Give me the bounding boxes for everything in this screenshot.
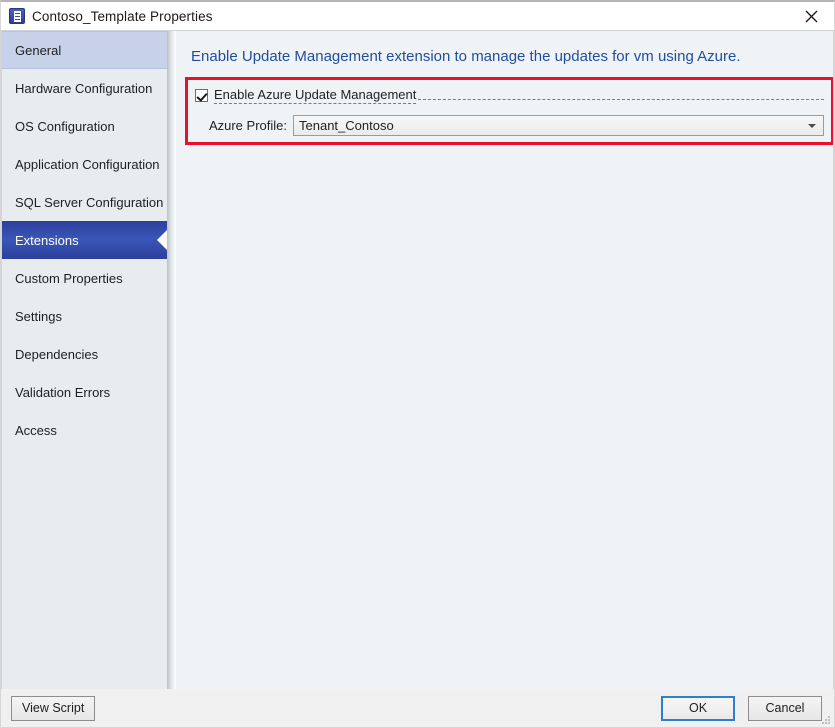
- content-header-text: Enable Update Management extension to ma…: [191, 48, 741, 65]
- extension-form: Enable Azure Update Management Azure Pro…: [185, 77, 833, 136]
- cancel-button[interactable]: Cancel: [748, 695, 822, 721]
- azure-profile-row: Azure Profile: Tenant_Contoso: [195, 115, 824, 136]
- sidebar-item-application-configuration[interactable]: Application Configuration: [2, 145, 167, 183]
- navigation-sidebar: General Hardware Configuration OS Config…: [1, 30, 167, 689]
- title-bar: Contoso_Template Properties: [1, 2, 834, 30]
- ok-button[interactable]: OK: [661, 695, 735, 721]
- sidebar-item-label: Hardware Configuration: [15, 80, 153, 96]
- sidebar-item-general[interactable]: General: [2, 31, 167, 69]
- sidebar-item-sql-server-configuration[interactable]: SQL Server Configuration: [2, 183, 167, 221]
- dialog-body: General Hardware Configuration OS Config…: [1, 30, 834, 689]
- sidebar-item-os-configuration[interactable]: OS Configuration: [2, 107, 167, 145]
- sidebar-item-label: SQL Server Configuration: [15, 194, 164, 210]
- footer-action-buttons: OK Cancel: [661, 695, 822, 721]
- close-button[interactable]: [789, 2, 834, 30]
- sidebar-item-validation-errors[interactable]: Validation Errors: [2, 373, 167, 411]
- sidebar-item-hardware-configuration[interactable]: Hardware Configuration: [2, 69, 167, 107]
- chevron-down-icon: [808, 123, 816, 128]
- resize-grip-icon[interactable]: [821, 715, 831, 725]
- sidebar-splitter[interactable]: [167, 30, 176, 689]
- sidebar-item-label: Access: [15, 422, 57, 438]
- sidebar-item-dependencies[interactable]: Dependencies: [2, 335, 167, 373]
- content-pane: Enable Update Management extension to ma…: [176, 30, 834, 689]
- dashed-separator: [418, 98, 824, 100]
- dialog-footer: View Script OK Cancel: [1, 689, 834, 727]
- sidebar-item-custom-properties[interactable]: Custom Properties: [2, 259, 167, 297]
- sidebar-item-label: Validation Errors: [15, 384, 111, 400]
- enable-azure-update-management-checkbox[interactable]: [195, 89, 208, 102]
- sidebar-item-label: Settings: [15, 308, 62, 324]
- sidebar-item-label: General: [15, 42, 62, 58]
- enable-update-management-row[interactable]: Enable Azure Update Management: [195, 86, 824, 105]
- sidebar-item-label: Dependencies: [15, 346, 99, 362]
- sidebar-item-settings[interactable]: Settings: [2, 297, 167, 335]
- properties-document-icon: [9, 8, 25, 24]
- azure-profile-dropdown[interactable]: Tenant_Contoso: [293, 115, 824, 136]
- azure-profile-label: Azure Profile:: [208, 118, 287, 133]
- window-title: Contoso_Template Properties: [32, 8, 213, 24]
- azure-profile-value: Tenant_Contoso: [299, 118, 394, 133]
- sidebar-item-label: OS Configuration: [15, 118, 115, 134]
- sidebar-item-label: Application Configuration: [15, 156, 160, 172]
- enable-azure-update-management-label: Enable Azure Update Management: [214, 87, 417, 104]
- sidebar-item-access[interactable]: Access: [2, 411, 167, 449]
- properties-dialog: Contoso_Template Properties General Hard…: [0, 0, 835, 728]
- close-icon: [805, 10, 818, 22]
- view-script-button[interactable]: View Script: [11, 695, 96, 721]
- sidebar-item-extensions[interactable]: Extensions: [2, 221, 167, 259]
- sidebar-item-label: Custom Properties: [15, 270, 123, 286]
- sidebar-item-label: Extensions: [15, 232, 79, 248]
